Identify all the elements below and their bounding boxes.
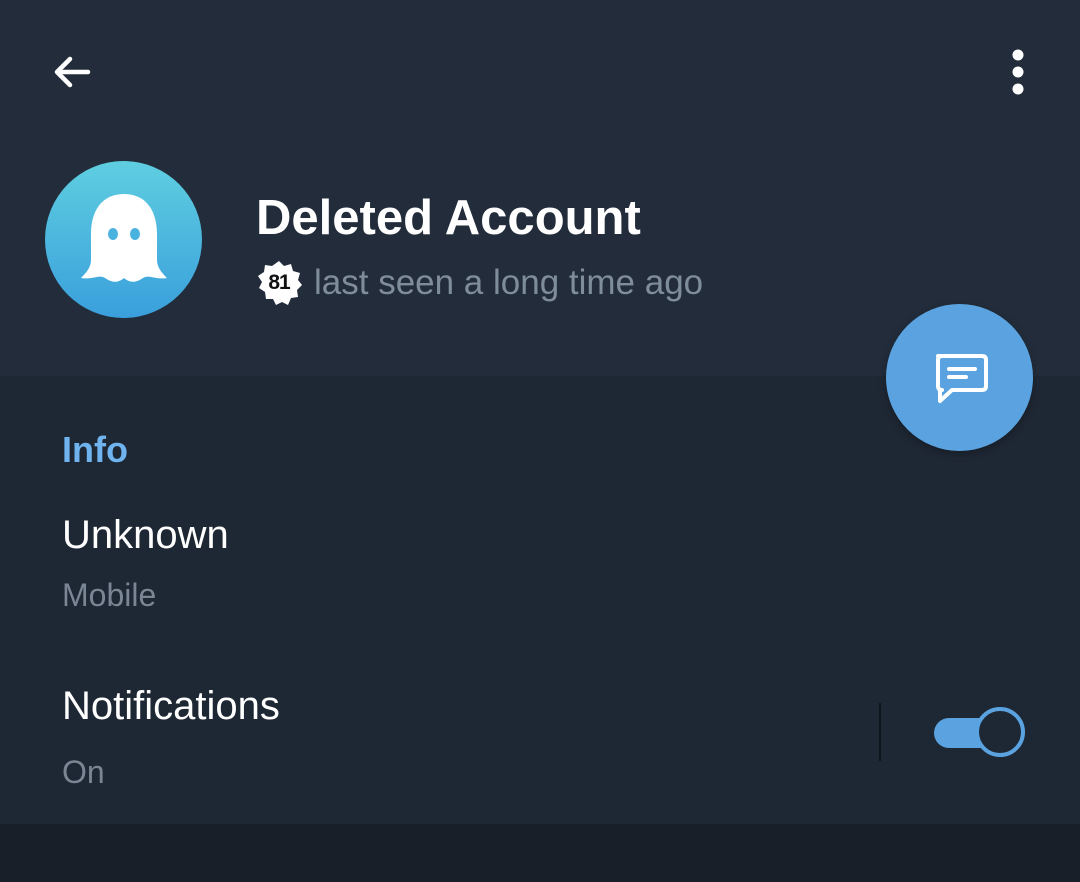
info-section-title: Info — [62, 429, 128, 470]
toggle-knob — [975, 707, 1025, 757]
more-vertical-icon — [1012, 49, 1024, 95]
info-panel — [0, 376, 1080, 824]
row-divider — [879, 703, 881, 761]
last-seen-status: last seen a long time ago — [314, 263, 704, 302]
notifications-subtitle: On — [62, 754, 105, 790]
badge: 81 — [256, 260, 302, 306]
profile-name: Deleted Account — [256, 191, 641, 245]
notifications-toggle[interactable] — [934, 704, 1026, 760]
badge-number: 81 — [268, 271, 290, 294]
back-button[interactable] — [36, 36, 108, 108]
message-icon — [935, 353, 988, 403]
status-row: 81 last seen a long time ago — [256, 258, 703, 308]
avatar[interactable] — [45, 161, 202, 318]
more-options-button[interactable] — [982, 36, 1054, 108]
send-message-button[interactable] — [886, 304, 1033, 451]
arrow-left-icon — [54, 56, 91, 88]
ghost-icon — [80, 193, 167, 282]
phone-title[interactable]: Unknown — [62, 511, 229, 559]
phone-subtitle: Mobile — [62, 577, 157, 613]
notifications-title[interactable]: Notifications — [62, 682, 280, 730]
